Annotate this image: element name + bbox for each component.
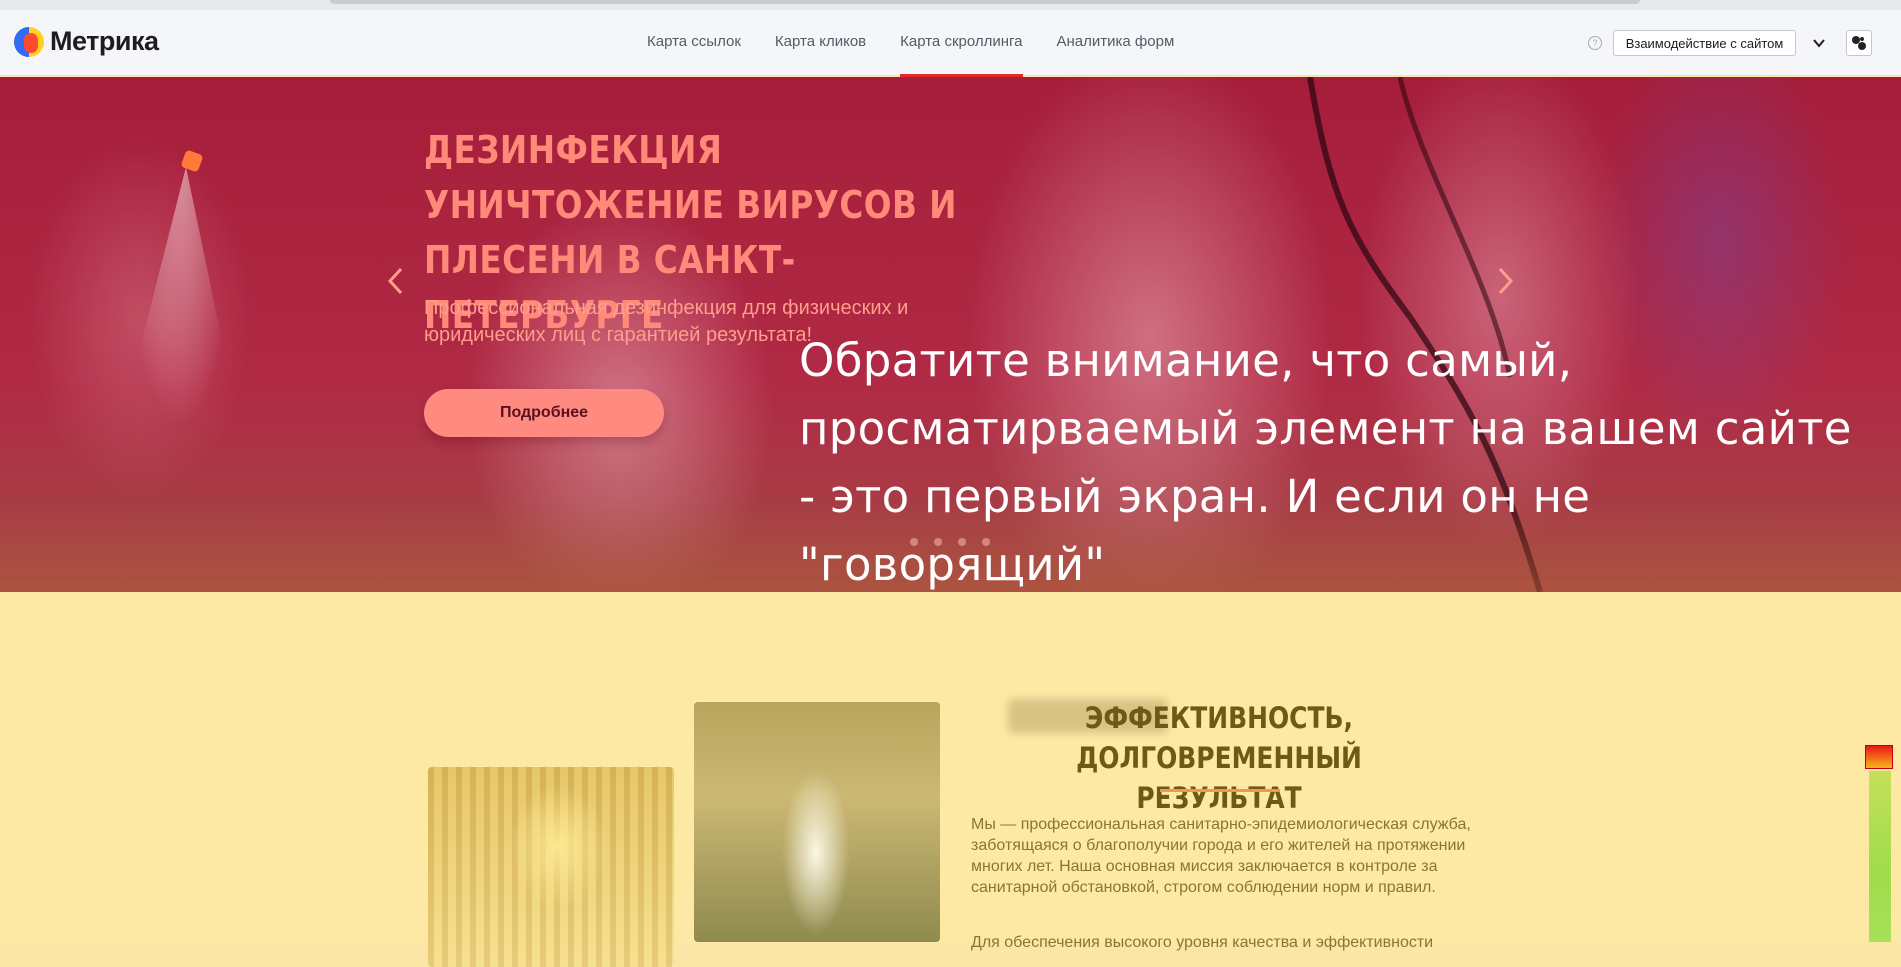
chevron-right-icon[interactable]	[1494, 263, 1518, 299]
slide-title-line: ДЕЗИНФЕКЦИЯ	[424, 128, 723, 172]
slide-title-line: УНИЧТОЖЕНИЕ ВИРУСОВ И	[424, 183, 957, 227]
spray-image-detail	[120, 167, 240, 427]
browser-tab-strip	[0, 0, 1901, 10]
tab-form-analytics[interactable]: Аналитика форм	[1040, 10, 1192, 76]
heatmap-nav: Карта ссылок Карта кликов Карта скроллин…	[630, 10, 1192, 77]
heatmap-toggle-icon[interactable]	[1846, 30, 1872, 56]
tab-indicator	[330, 0, 1640, 4]
worker-photo-right	[694, 702, 940, 942]
spray-nozzle	[180, 149, 204, 173]
metrika-toolbar: Метрика Карта ссылок Карта кликов Карта …	[0, 10, 1901, 77]
section-title: ЭФФЕКТИВНОСТЬ, ДОЛГОВРЕМЕННЫЙ РЕЗУЛЬТАТ	[1076, 701, 1362, 815]
title-divider	[1160, 789, 1280, 792]
tab-link-map[interactable]: Карта ссылок	[630, 10, 758, 76]
help-icon[interactable]: ?	[1588, 36, 1602, 50]
more-button[interactable]: Подробнее	[424, 389, 664, 437]
section-paragraph-cut: Для обеспечения высокого уровня качества…	[971, 934, 1434, 951]
hero-slider: ДЕЗИНФЕКЦИЯ УНИЧТОЖЕНИЕ ВИРУСОВ И ПЛЕСЕН…	[0, 77, 1901, 592]
logo-text: Метрика	[50, 26, 159, 56]
annotation-overlay-text: Обратите внимание, что самый, просматирв…	[799, 334, 1852, 591]
tab-click-map[interactable]: Карта кликов	[758, 10, 883, 76]
scroll-heatmap-legend[interactable]	[1865, 745, 1893, 942]
chevron-down-icon[interactable]	[1812, 36, 1826, 50]
section-paragraph: Мы — профессиональная санитарно-эпидемио…	[971, 816, 1471, 896]
metrika-logo-icon	[14, 26, 44, 57]
about-section: ЭФФЕКТИВНОСТЬ, ДОЛГОВРЕМЕННЫЙ РЕЗУЛЬТАТ …	[0, 592, 1901, 967]
worker-photo-left	[428, 767, 674, 967]
metrika-logo[interactable]: Метрика	[14, 26, 159, 57]
chevron-left-icon[interactable]	[383, 263, 407, 299]
legend-current-marker	[1865, 745, 1893, 769]
legend-gradient-bar	[1869, 771, 1891, 942]
site-interaction-button[interactable]: Взаимодействие с сайтом	[1613, 30, 1796, 56]
tab-scroll-map[interactable]: Карта скроллинга	[883, 10, 1039, 77]
